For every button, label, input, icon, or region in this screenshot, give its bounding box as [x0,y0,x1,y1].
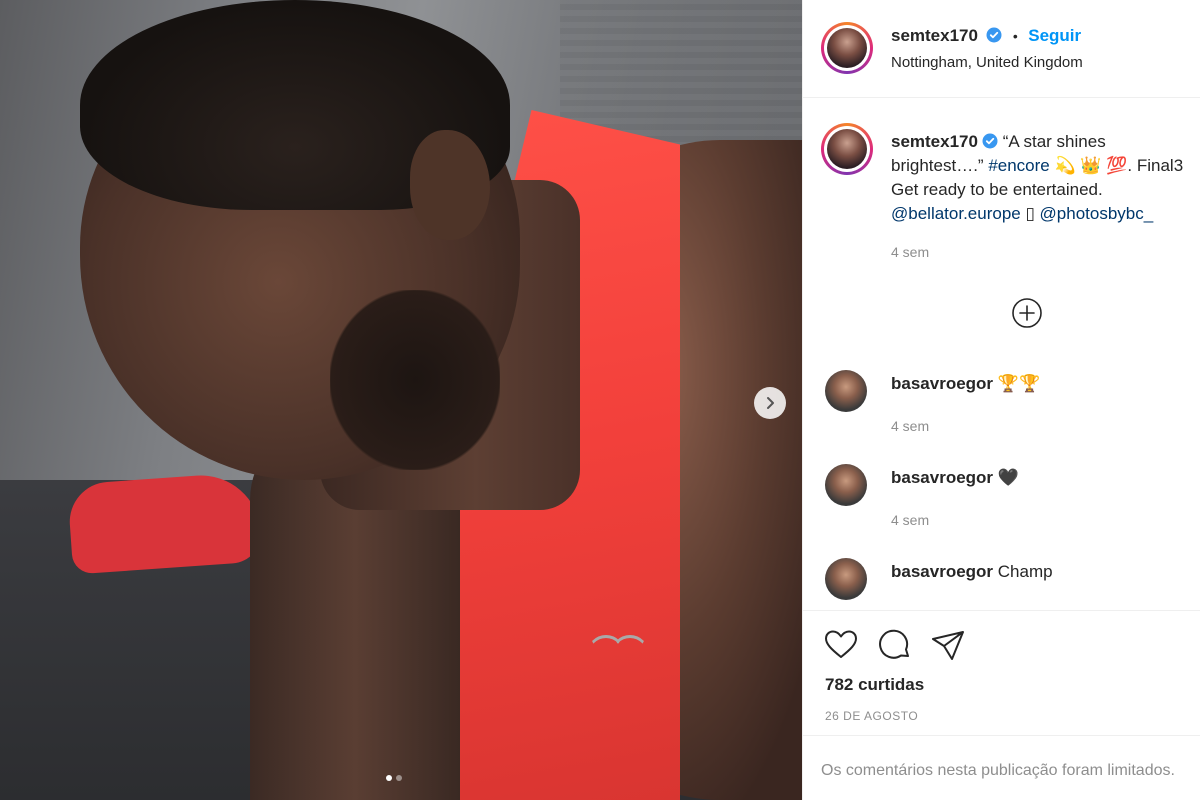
post-location[interactable]: Nottingham, United Kingdom [891,54,1083,71]
separator-dot: • [1012,28,1018,44]
post-date[interactable]: 26 DE AGOSTO [825,709,918,723]
plus-circle-icon [1012,298,1042,328]
ear [410,130,490,240]
comment-icon [879,629,909,659]
like-count[interactable]: 782 curtidas [825,675,924,695]
heart-icon [825,630,857,658]
comment-button[interactable] [877,627,913,663]
share-button[interactable] [930,627,966,663]
commenter-username[interactable]: basavroegor [891,562,993,581]
author-username[interactable]: semtex170 [891,26,978,45]
verified-badge-icon [986,27,1002,43]
post-caption: semtex170 “A star shines brightest….” #e… [891,130,1191,264]
caption-username[interactable]: semtex170 [891,132,978,151]
caption-avatar[interactable] [821,123,873,175]
comment-text: 🏆🏆 [997,374,1041,393]
carousel-next-button[interactable] [754,387,786,419]
red-towel [67,471,263,575]
commenter-username[interactable]: basavroegor [891,374,993,393]
caption-glyph: ▯ [1020,204,1040,223]
author-avatar[interactable] [821,22,873,74]
beard [330,290,500,470]
mention-link[interactable]: @bellator.europe [891,204,1021,223]
mention-link[interactable]: @photosbybc_ [1040,204,1154,223]
carousel-dot-active [386,775,392,781]
brand-logo-icon: ⌒⌒ [592,634,644,665]
post-header: semtex170 • Seguir Nottingham, United Ki… [803,0,1200,98]
comment-timestamp[interactable]: 4 sem [891,512,929,528]
chevron-right-icon [767,397,774,409]
post-actions: 782 curtidas 26 DE AGOSTO [803,610,1200,736]
commenter-avatar[interactable] [825,464,867,506]
post-photo[interactable]: ⌒⌒ [0,0,802,800]
verified-badge-icon [982,133,998,149]
comment-text: Champ [997,562,1053,581]
comments-footer: Os comentários nesta publicação foram li… [803,735,1200,800]
commenter-avatar[interactable] [825,370,867,412]
hashtag-link[interactable]: #encore [988,156,1049,175]
comments-limited-notice: Os comentários nesta publicação foram li… [821,762,1175,779]
carousel-indicator [386,775,402,781]
commenter-avatar[interactable] [825,558,867,600]
commenter-username[interactable]: basavroegor [891,468,993,487]
load-more-comments-button[interactable] [1010,296,1044,330]
carousel-dot [396,775,402,781]
comment-timestamp[interactable]: 4 sem [891,418,929,434]
caption-timestamp[interactable]: 4 sem [891,240,1191,264]
post-side-panel: semtex170 • Seguir Nottingham, United Ki… [802,0,1200,800]
like-button[interactable] [823,627,859,663]
follow-button[interactable]: Seguir [1028,26,1081,45]
post-viewer: ⌒⌒ semtex170 • Seguir Nottingham, United… [0,0,1200,800]
share-icon [932,631,964,660]
comment-text: 🖤 [997,468,1019,487]
